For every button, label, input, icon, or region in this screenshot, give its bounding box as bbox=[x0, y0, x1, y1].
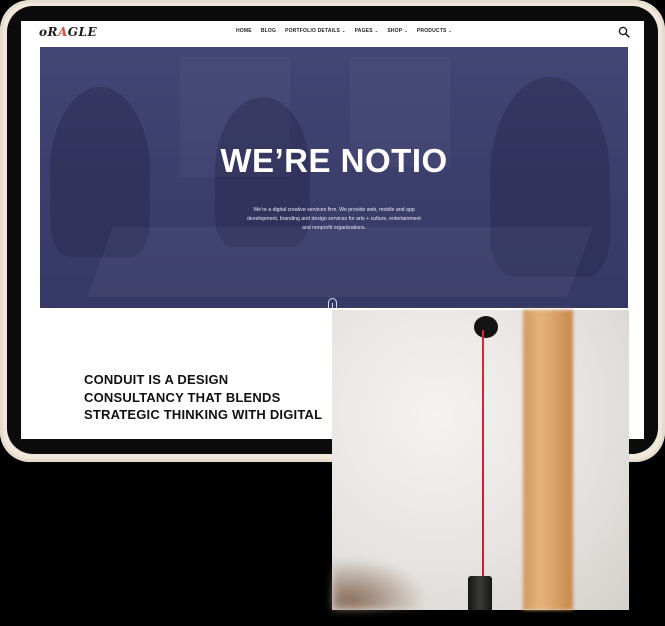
chevron-down-icon: ⌄ bbox=[342, 28, 346, 33]
scroll-wheel-icon bbox=[332, 303, 333, 308]
section-heading: CONDUIT IS A DESIGN CONSULTANCY THAT BLE… bbox=[84, 372, 323, 422]
nav-item-shop[interactable]: SHOP ⌄ bbox=[387, 28, 408, 34]
chevron-down-icon: ⌄ bbox=[404, 28, 408, 33]
nav-item-label: PAGES bbox=[354, 28, 373, 34]
logo-text-start: oR bbox=[39, 25, 58, 39]
red-cord bbox=[482, 330, 484, 580]
bulb-socket bbox=[468, 576, 492, 610]
nav-item-label: SHOP bbox=[387, 28, 403, 34]
nav-item-label: HOME bbox=[236, 28, 252, 34]
nav-item-label: PORTFOLIO DETAILS bbox=[285, 28, 341, 34]
hero-banner: WE’RE NOTIO We’re a digital creative ser… bbox=[40, 47, 628, 308]
blurred-foreground bbox=[332, 560, 422, 610]
nav-item-portfolio-details[interactable]: PORTFOLIO DETAILS ⌄ bbox=[285, 28, 346, 34]
site-logo[interactable]: oRAGLE bbox=[39, 25, 97, 39]
nav-item-label: PRODUCTS bbox=[416, 28, 447, 34]
chevron-down-icon: ⌄ bbox=[448, 28, 453, 33]
hero-title: WE’RE NOTIO bbox=[220, 142, 448, 179]
nav-item-blog[interactable]: BLOG bbox=[261, 28, 276, 34]
nav-item-pages[interactable]: PAGES ⌄ bbox=[355, 28, 379, 34]
hero-description: We’re a digital creative services firm. … bbox=[247, 207, 421, 231]
logo-text-accent: A bbox=[57, 25, 68, 39]
wooden-beam bbox=[523, 310, 573, 610]
scroll-down-indicator[interactable] bbox=[328, 298, 337, 308]
nav-item-home[interactable]: HOME bbox=[236, 28, 252, 34]
nav-item-label: BLOG bbox=[260, 28, 277, 34]
ceiling-fixture bbox=[474, 316, 498, 338]
chevron-down-icon: ⌄ bbox=[374, 28, 379, 33]
search-icon[interactable] bbox=[618, 26, 630, 38]
logo-text-end: GLE bbox=[67, 25, 98, 39]
main-menu: HOME BLOG PORTFOLIO DETAILS ⌄ PAGES ⌄ SHOP… bbox=[236, 28, 452, 34]
nav-item-products[interactable]: PRODUCTS ⌄ bbox=[417, 28, 452, 34]
top-navigation: oRAGLE HOME BLOG PORTFOLIO DETAILS ⌄ PAGE… bbox=[21, 21, 644, 47]
